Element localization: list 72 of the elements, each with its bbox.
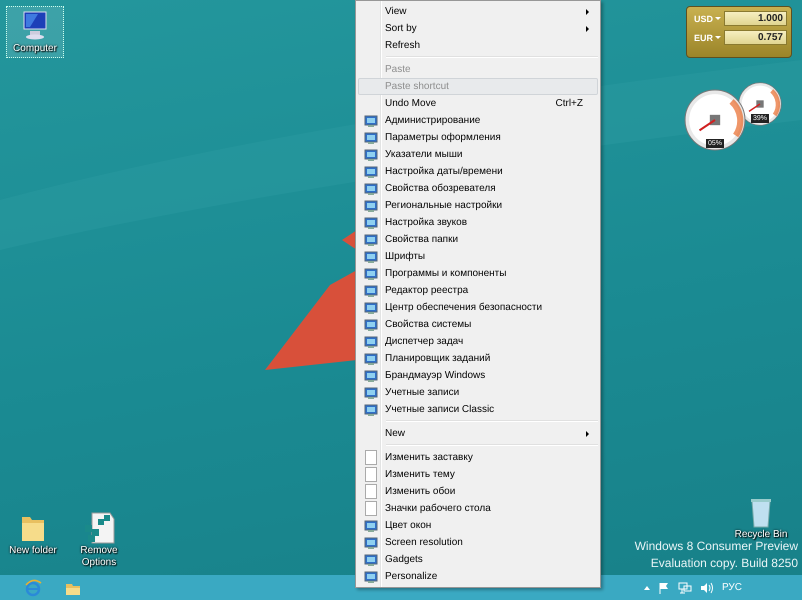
app-icon [364,216,378,230]
app-icon [364,386,378,400]
menu-item[interactable]: Refresh [358,37,598,54]
app-icon [364,318,378,332]
menu-item[interactable]: Sort by [358,20,598,37]
gauge-drawing [684,89,746,151]
menu-item[interactable]: Изменить заставку [358,449,598,466]
menu-item[interactable]: Учетные записи [358,384,598,401]
app-icon [364,164,378,178]
menu-item[interactable]: Учетные записи Classic [358,401,598,418]
app-icon [364,284,378,298]
desktop-icon[interactable]: New folder [4,508,62,560]
document-icon [365,501,377,516]
document-icon [365,467,377,482]
speaker-icon[interactable] [700,582,714,594]
caret-icon [715,36,721,39]
currency-value: 1.000 [724,11,787,26]
app-icon [364,570,378,584]
desktop-icon[interactable]: Remove Options [70,508,128,572]
menu-item[interactable]: View [358,3,598,20]
menu-item[interactable]: Региональные настройки [358,197,598,214]
app-icon [364,266,378,280]
menu-item[interactable]: Изменить тему [358,466,598,483]
menu-item[interactable]: Параметры оформления [358,129,598,146]
menu-item[interactable]: Свойства папки [358,231,598,248]
app-icon [364,114,378,128]
flag-icon[interactable] [658,582,670,594]
app-icon [364,536,378,550]
menu-item[interactable]: New [358,425,598,442]
network-icon[interactable] [678,582,692,594]
app-icon [364,182,378,196]
shortcut-text: Ctrl+Z [556,98,583,109]
menu-item[interactable]: Изменить обои [358,483,598,500]
menu-item[interactable]: Брандмауэр Windows [358,367,598,384]
app-icon [364,334,378,348]
menu-item[interactable]: Редактор реестра [358,282,598,299]
document-icon [365,484,377,499]
show-hidden-icons-icon[interactable] [644,586,650,590]
browser-icon[interactable] [24,578,42,596]
app-icon [364,352,378,366]
menu-item[interactable]: Screen resolution [358,534,598,551]
app-icon [364,250,378,264]
document-icon [365,450,377,465]
app-icon [364,232,378,246]
app-icon [364,198,378,212]
caret-icon [715,17,721,20]
app-icon [364,148,378,162]
app-icon [364,552,378,566]
os-watermark-text: Evaluation copy. Build 8250 [650,555,798,572]
app-icon [364,300,378,314]
menu-item[interactable]: Свойства системы [358,316,598,333]
os-watermark-text: Windows 8 Consumer Preview [634,539,798,555]
menu-item[interactable]: Диспетчер задач [358,333,598,350]
menu-item[interactable]: Планировщик заданий [358,350,598,367]
menu-item[interactable]: Центр обеспечения безопасности [358,299,598,316]
app-icon [364,130,378,144]
app-icon [364,518,378,532]
menu-item[interactable]: Настройка даты/времени [358,163,598,180]
menu-item[interactable]: Программы и компоненты [358,265,598,282]
menu-item[interactable]: Значки рабочего стола [358,500,598,517]
menu-item[interactable]: Undo Move Ctrl+Z [358,95,598,112]
menu-item[interactable]: Gadgets [358,551,598,568]
menu-item[interactable]: Свойства обозревателя [358,180,598,197]
currency-value: 0.757 [724,30,787,45]
menu-item[interactable]: Шрифты [358,248,598,265]
menu-item[interactable]: Администрирование [358,112,598,129]
menu-item[interactable]: Указатели мыши [358,146,598,163]
menu-item[interactable]: Настройка звуков [358,214,598,231]
menu-item[interactable]: Personalize [358,568,598,585]
app-icon [364,368,378,382]
menu-item[interactable]: Цвет окон [358,517,598,534]
app-icon [364,402,378,416]
